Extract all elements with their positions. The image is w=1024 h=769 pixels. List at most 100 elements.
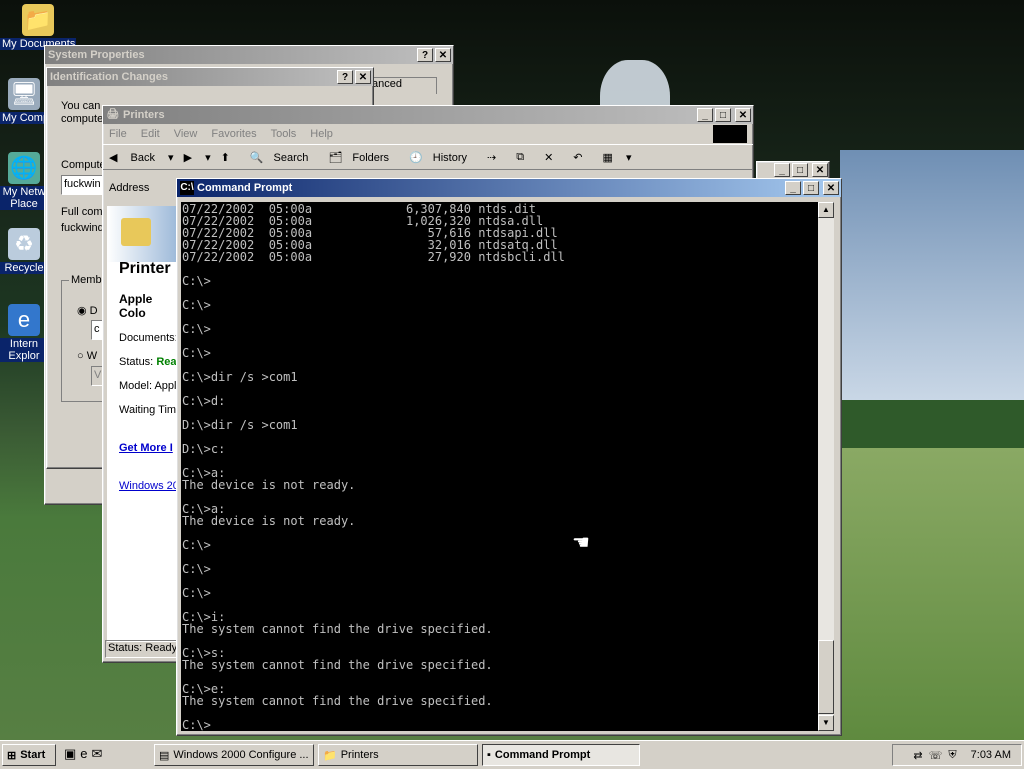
printer-name: Apple Colo (119, 292, 153, 320)
close-button[interactable]: ✕ (435, 48, 451, 62)
windows-flag-icon: ⊞ (7, 749, 17, 762)
tab-advanced[interactable]: anced (371, 77, 437, 94)
background-sky (840, 150, 1024, 400)
taskbar: ⊞ Start ▣ e ✉ ▤ Windows 2000 Configure .… (0, 740, 1024, 769)
up-folder-button[interactable]: ⬆ (221, 151, 240, 164)
description-text: You can (61, 100, 101, 112)
menu-view[interactable]: View (174, 128, 198, 140)
documents-count: Documents: (119, 332, 178, 344)
forward-button[interactable]: ▶ ▾ (184, 151, 211, 164)
task-command-prompt[interactable]: ▪ Command Prompt (482, 744, 640, 766)
printers-toolbar: ◀ Back ▾ ▶ ▾ ⬆ 🔍 Search 🗂 Folders 🕘 History… (103, 144, 753, 170)
maximize-button[interactable]: □ (715, 108, 731, 122)
views-button[interactable]: ▦ ▾ (603, 151, 632, 164)
menu-edit[interactable]: Edit (141, 128, 160, 140)
quick-launch: ▣ e ✉ (64, 746, 102, 762)
printers-info-panel: Printer Apple Colo Documents: Status: Re… (107, 206, 183, 642)
configure-icon: ▤ (159, 749, 170, 762)
address-label: Address (109, 182, 150, 194)
panel-header (107, 206, 179, 262)
security-tray-icon[interactable]: ⛨ (948, 749, 956, 762)
network-icon: 🌐 (8, 152, 40, 184)
printers-folder-icon: 📁 (323, 749, 337, 762)
background-lawn (840, 448, 1024, 740)
back-arrow-icon: ◀ (109, 151, 118, 164)
menu-tools[interactable]: Tools (271, 128, 297, 140)
desktop-icon-recycle-bin[interactable]: ♻ Recycle (0, 228, 48, 274)
console-icon: ▪ (487, 749, 491, 761)
desktop-icon-my-documents[interactable]: 📁 My Documents (0, 4, 76, 50)
menu-help[interactable]: Help (310, 128, 333, 140)
console-icon: C:\ (180, 181, 194, 195)
back-button[interactable]: ◀ Back ▾ (109, 151, 174, 164)
domain-radio[interactable]: ◉ D (77, 304, 98, 317)
scroll-up-button[interactable]: ▲ (818, 202, 834, 218)
delete-icon: ✕ (544, 151, 554, 164)
start-button[interactable]: ⊞ Start (2, 744, 56, 766)
maximize-button[interactable]: □ (792, 163, 808, 177)
menu-file[interactable]: File (109, 128, 127, 140)
desktop-icon-network-places[interactable]: 🌐 My Netw Place (0, 152, 48, 210)
get-more-info-link[interactable]: Get More I (107, 416, 179, 454)
outlook-express-icon[interactable]: ✉ (92, 746, 103, 762)
move-to-icon: ⇢ (487, 151, 497, 164)
background-treeline (840, 400, 1024, 448)
copy-to-button[interactable]: ⧉ (516, 151, 534, 164)
internet-explorer-icon[interactable]: e (80, 746, 87, 762)
help-button[interactable]: ? (417, 48, 433, 62)
internet-explorer-icon: e (8, 304, 40, 336)
task-printers[interactable]: 📁 Printers (318, 744, 478, 766)
minimize-button[interactable]: _ (774, 163, 790, 177)
full-computer-name-value: fuckwind (61, 222, 104, 234)
close-button[interactable]: ✕ (823, 181, 839, 195)
windows-logo-icon (713, 125, 747, 143)
task-windows-2000-configure[interactable]: ▤ Windows 2000 Configure ... (154, 744, 314, 766)
clock[interactable]: 7:03 AM (971, 749, 1011, 761)
windows-update-link[interactable]: Windows 20 (107, 454, 179, 492)
delete-button[interactable]: ✕ (544, 151, 563, 164)
identification-changes-titlebar[interactable]: Identification Changes ? ✕ (47, 68, 373, 86)
views-icon: ▦ (602, 151, 613, 164)
undo-icon: ↶ (573, 151, 583, 164)
close-button[interactable]: ✕ (355, 70, 371, 84)
computer-icon: 🖥 (8, 78, 40, 110)
workgroup-radio[interactable]: ○ W (77, 350, 97, 362)
hand-cursor-icon: ☚ (572, 532, 590, 554)
history-button[interactable]: 🕘 History (409, 151, 477, 164)
phone-tray-icon[interactable]: ☏ (929, 749, 943, 762)
full-computer-name-label: Full com (61, 206, 103, 218)
waiting-time: Waiting Time (119, 404, 183, 416)
command-prompt-titlebar[interactable]: C:\ Command Prompt _ □ ✕ (177, 179, 841, 197)
close-button[interactable]: ✕ (735, 108, 751, 122)
printer-model: Model: Apple (119, 380, 183, 392)
minimize-button[interactable]: _ (697, 108, 713, 122)
command-prompt-window[interactable]: C:\ Command Prompt _ □ ✕ 07/22/2002 05:0… (176, 178, 842, 736)
printers-folder-icon (121, 218, 151, 246)
printer-status: Status: Rea (119, 356, 177, 368)
help-button[interactable]: ? (337, 70, 353, 84)
show-desktop-icon[interactable]: ▣ (64, 746, 76, 762)
description-text-2: compute (61, 113, 104, 125)
desktop-icon-internet-explorer[interactable]: e Intern Explor (0, 304, 48, 362)
minimize-button[interactable]: _ (785, 181, 801, 195)
scroll-down-button[interactable]: ▼ (818, 715, 834, 731)
history-icon: 🕘 (409, 151, 423, 164)
scroll-thumb[interactable] (818, 640, 834, 714)
printers-titlebar[interactable]: 🖨 Printers _ □ ✕ (103, 106, 753, 124)
move-to-button[interactable]: ⇢ (487, 151, 506, 164)
system-properties-titlebar[interactable]: System Properties ? ✕ (45, 46, 453, 64)
close-button[interactable]: ✕ (812, 163, 828, 177)
folders-button[interactable]: 🗂 Folders (328, 151, 399, 164)
printer-icon: 🖨 (106, 109, 120, 120)
console-scrollbar[interactable]: ▲ ▼ (818, 202, 834, 731)
network-tray-icon[interactable]: ⇄ (913, 749, 922, 762)
panel-title: Printer (119, 260, 171, 277)
maximize-button[interactable]: □ (803, 181, 819, 195)
desktop: 📁 My Documents 🖥 My Comp 🌐 My Netw Place… (0, 0, 1024, 740)
menu-favorites[interactable]: Favorites (211, 128, 256, 140)
console-output[interactable]: 07/22/2002 05:00a 6,307,840 ntds.dit 07/… (181, 202, 818, 731)
search-button[interactable]: 🔍 Search (250, 151, 319, 164)
system-tray: ⇄ ☏ ⛨ 7:03 AM (892, 744, 1022, 766)
undo-button[interactable]: ↶ (573, 151, 592, 164)
desktop-icon-my-computer[interactable]: 🖥 My Comp (0, 78, 48, 124)
